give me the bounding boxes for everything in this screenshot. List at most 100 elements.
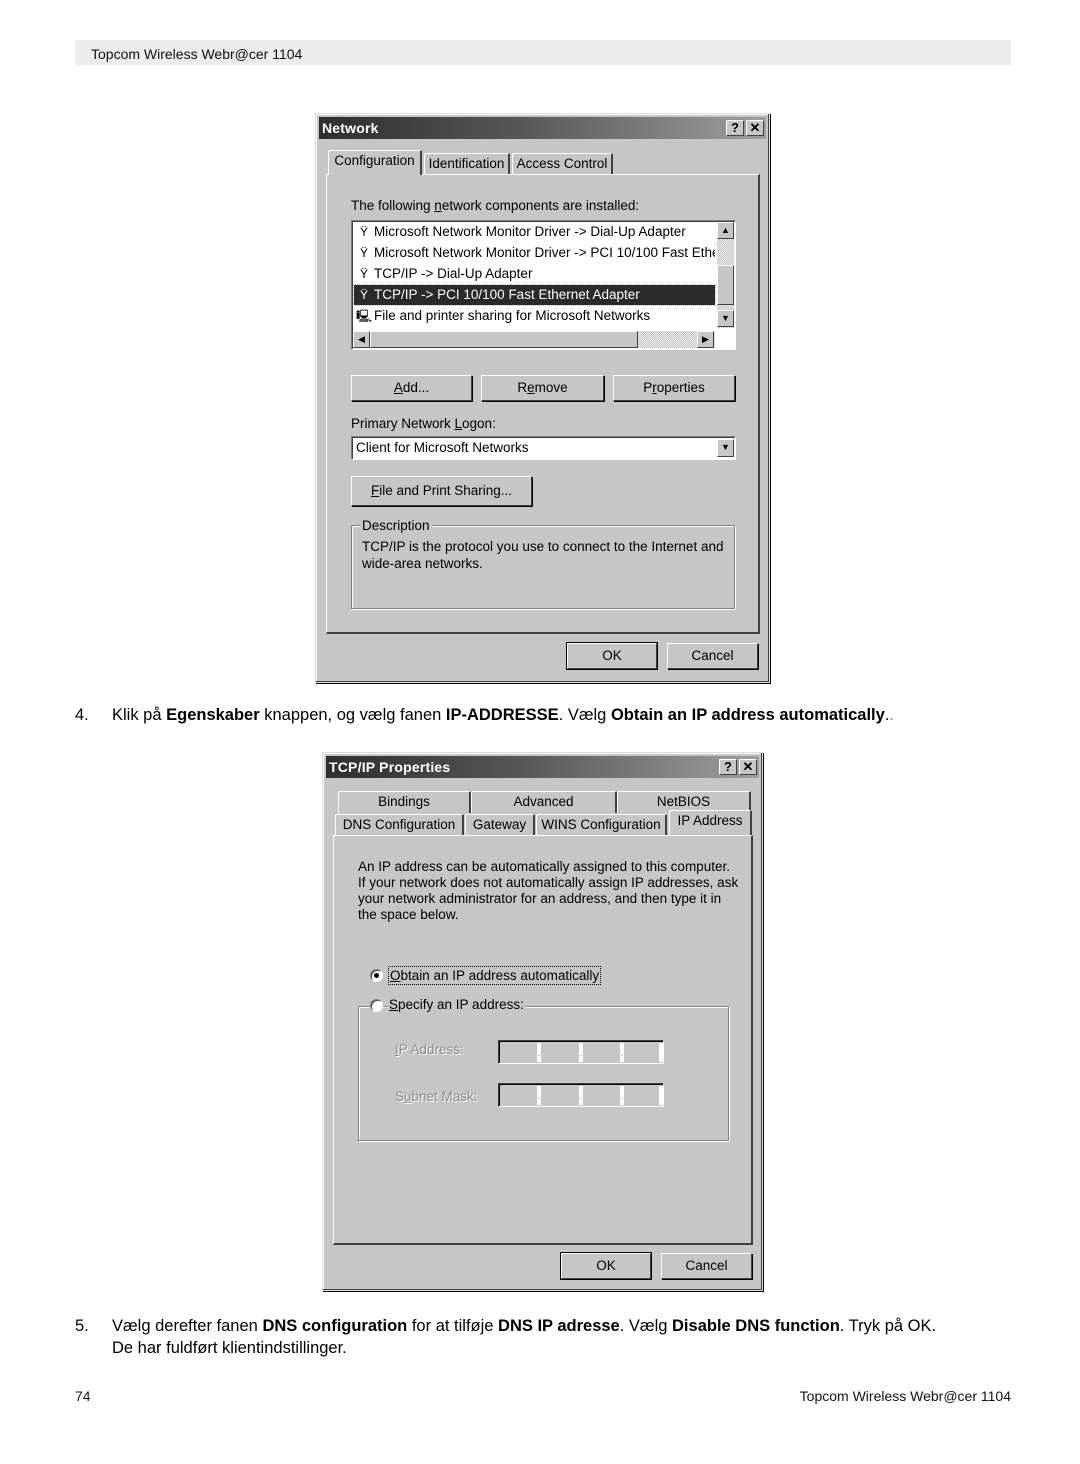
- help-button[interactable]: ?: [726, 120, 744, 136]
- mask-octet-3[interactable]: [583, 1086, 621, 1105]
- properties-button[interactable]: Properties: [613, 375, 735, 401]
- page-number: 74: [75, 1388, 91, 1404]
- list-item[interactable]: 🖳 File and printer sharing for Microsoft …: [354, 306, 715, 326]
- footer-title: Topcom Wireless Webr@cer 1104: [799, 1388, 1011, 1404]
- network-adapter-icon: Ÿ: [359, 288, 368, 302]
- file-print-sharing-button[interactable]: File and Print Sharing...: [351, 476, 532, 506]
- vertical-scroll-thumb[interactable]: [717, 265, 734, 305]
- scroll-down-button[interactable]: ▼: [717, 310, 734, 327]
- tab-ip-address[interactable]: IP Address: [669, 810, 752, 835]
- tab-access-control[interactable]: Access Control: [512, 153, 613, 175]
- dropdown-button[interactable]: ▼: [717, 439, 734, 457]
- network-dialog: Network ? ✕ Configuration Identification…: [315, 113, 770, 683]
- close-button[interactable]: ✕: [746, 120, 764, 136]
- obtain-ip-radio[interactable]: [370, 969, 383, 982]
- network-adapter-icon: Ÿ: [359, 267, 368, 281]
- components-label: The following network components are ins…: [351, 198, 640, 213]
- list-item-selected[interactable]: Ÿ TCP/IP -> PCI 10/100 Fast Ethernet Adap…: [353, 284, 716, 306]
- primary-logon-label: Primary Network Logon:: [351, 416, 496, 431]
- step-text-line2: De har fuldført klientindstillinger.: [112, 1339, 347, 1357]
- ip-octet-1[interactable]: [500, 1043, 538, 1062]
- description-title: Description: [360, 518, 432, 533]
- ip-octet-4[interactable]: [624, 1043, 662, 1062]
- cancel-label: Cancel: [691, 648, 734, 663]
- subnet-mask-field[interactable]: . . .: [498, 1083, 664, 1107]
- mask-octet-2[interactable]: [541, 1086, 579, 1105]
- step-4: 4. Klik på Egenskaber knappen, og vælg f…: [75, 704, 1015, 726]
- network-dialog-titlebar: Network ? ✕: [319, 117, 766, 139]
- intro-text: An IP address can be automatically assig…: [358, 859, 739, 922]
- tab-bindings[interactable]: Bindings: [338, 791, 471, 813]
- scroll-up-button[interactable]: ▲: [717, 222, 734, 239]
- help-button[interactable]: ?: [719, 759, 737, 775]
- step-number: 5.: [75, 1317, 89, 1335]
- horizontal-scroll-thumb[interactable]: [370, 331, 638, 348]
- network-adapter-icon: Ÿ: [359, 225, 368, 239]
- arrow-right-icon: ▶: [702, 334, 709, 344]
- tab-label: Identification: [428, 156, 505, 171]
- help-icon: ?: [731, 120, 739, 135]
- tcpip-properties-dialog: TCP/IP Properties ? ✕ Bindings Advanced …: [322, 752, 763, 1291]
- close-button[interactable]: ✕: [739, 759, 757, 775]
- ok-label: OK: [602, 648, 622, 663]
- tab-identification[interactable]: Identification: [424, 153, 510, 175]
- file-printer-sharing-icon: 🖳: [355, 309, 372, 323]
- close-icon: ✕: [749, 120, 761, 135]
- arrow-left-icon: ◀: [358, 334, 365, 344]
- network-adapter-icon: Ÿ: [359, 246, 368, 260]
- tab-dns-configuration[interactable]: DNS Configuration: [335, 814, 464, 836]
- specify-ip-radio[interactable]: [370, 999, 383, 1012]
- obtain-ip-label[interactable]: Obtain an IP address automatically: [387, 966, 602, 985]
- close-icon: ✕: [742, 759, 754, 774]
- scroll-right-button[interactable]: ▶: [697, 331, 714, 348]
- cancel-button[interactable]: Cancel: [661, 1253, 752, 1279]
- ok-button[interactable]: OK: [560, 1252, 652, 1280]
- ok-button[interactable]: OK: [566, 642, 658, 670]
- step-text: Klik på Egenskaber knappen, og vælg fane…: [112, 706, 895, 724]
- step-number: 4.: [75, 706, 89, 724]
- tab-gateway[interactable]: Gateway: [465, 814, 535, 836]
- specify-ip-group: [358, 1006, 729, 1141]
- ip-octet-3[interactable]: [583, 1043, 621, 1062]
- list-item-label: TCP/IP -> Dial-Up Adapter: [374, 266, 533, 281]
- help-icon: ?: [724, 759, 732, 774]
- page-header: Topcom Wireless Webr@cer 1104: [75, 40, 1011, 65]
- tcpip-dialog-title: TCP/IP Properties: [329, 759, 451, 775]
- ip-dot: [659, 1043, 663, 1062]
- mask-octet-1[interactable]: [500, 1086, 538, 1105]
- tab-label: DNS Configuration: [342, 817, 456, 832]
- list-item[interactable]: Ÿ TCP/IP -> Dial-Up Adapter: [354, 264, 715, 284]
- primary-logon-value: Client for Microsoft Networks: [356, 440, 529, 455]
- ip-octet-2[interactable]: [541, 1043, 579, 1062]
- list-item-label: File and printer sharing for Microsoft N…: [374, 308, 651, 323]
- tcpip-dialog-titlebar: TCP/IP Properties ? ✕: [326, 756, 759, 778]
- arrow-down-icon: ▼: [721, 313, 730, 323]
- remove-button[interactable]: Remove: [481, 375, 604, 401]
- cancel-button[interactable]: Cancel: [667, 643, 758, 669]
- list-item-label: Microsoft Network Monitor Driver -> Dial…: [374, 224, 686, 239]
- tab-label: Bindings: [378, 794, 430, 809]
- arrow-up-icon: ▲: [721, 225, 730, 235]
- scroll-left-button[interactable]: ◀: [353, 331, 370, 348]
- subnet-mask-label: Subnet Mask:: [395, 1089, 478, 1104]
- ip-address-field[interactable]: . . .: [498, 1040, 664, 1064]
- primary-logon-select[interactable]: Client for Microsoft Networks ▼: [351, 436, 736, 460]
- add-button[interactable]: Add...: [351, 375, 472, 401]
- list-item[interactable]: Ÿ Microsoft Network Monitor Driver -> Dia…: [354, 222, 715, 242]
- tab-label: WINS Configuration: [541, 817, 661, 832]
- step-text: Vælg derefter fanen DNS configuration fo…: [112, 1317, 937, 1335]
- tab-wins-configuration[interactable]: WINS Configuration: [536, 814, 667, 836]
- tab-label: NetBIOS: [656, 794, 711, 809]
- list-item[interactable]: Ÿ Microsoft Network Monitor Driver -> PCI…: [354, 243, 715, 263]
- components-list[interactable]: Ÿ Microsoft Network Monitor Driver -> Dia…: [351, 220, 736, 350]
- tab-label: Gateway: [472, 817, 527, 832]
- tab-configuration[interactable]: Configuration: [328, 150, 422, 175]
- description-text: TCP/IP is the protocol you use to connec…: [362, 539, 724, 571]
- network-dialog-title: Network: [322, 120, 379, 136]
- page-header-title: Topcom Wireless Webr@cer 1104: [91, 46, 303, 62]
- ok-label: OK: [596, 1258, 616, 1273]
- specify-ip-label[interactable]: Specify an IP address:: [387, 997, 526, 1012]
- mask-octet-4[interactable]: [624, 1086, 662, 1105]
- tab-advanced[interactable]: Advanced: [471, 791, 617, 813]
- list-item-label: Microsoft Network Monitor Driver -> PCI …: [374, 245, 715, 260]
